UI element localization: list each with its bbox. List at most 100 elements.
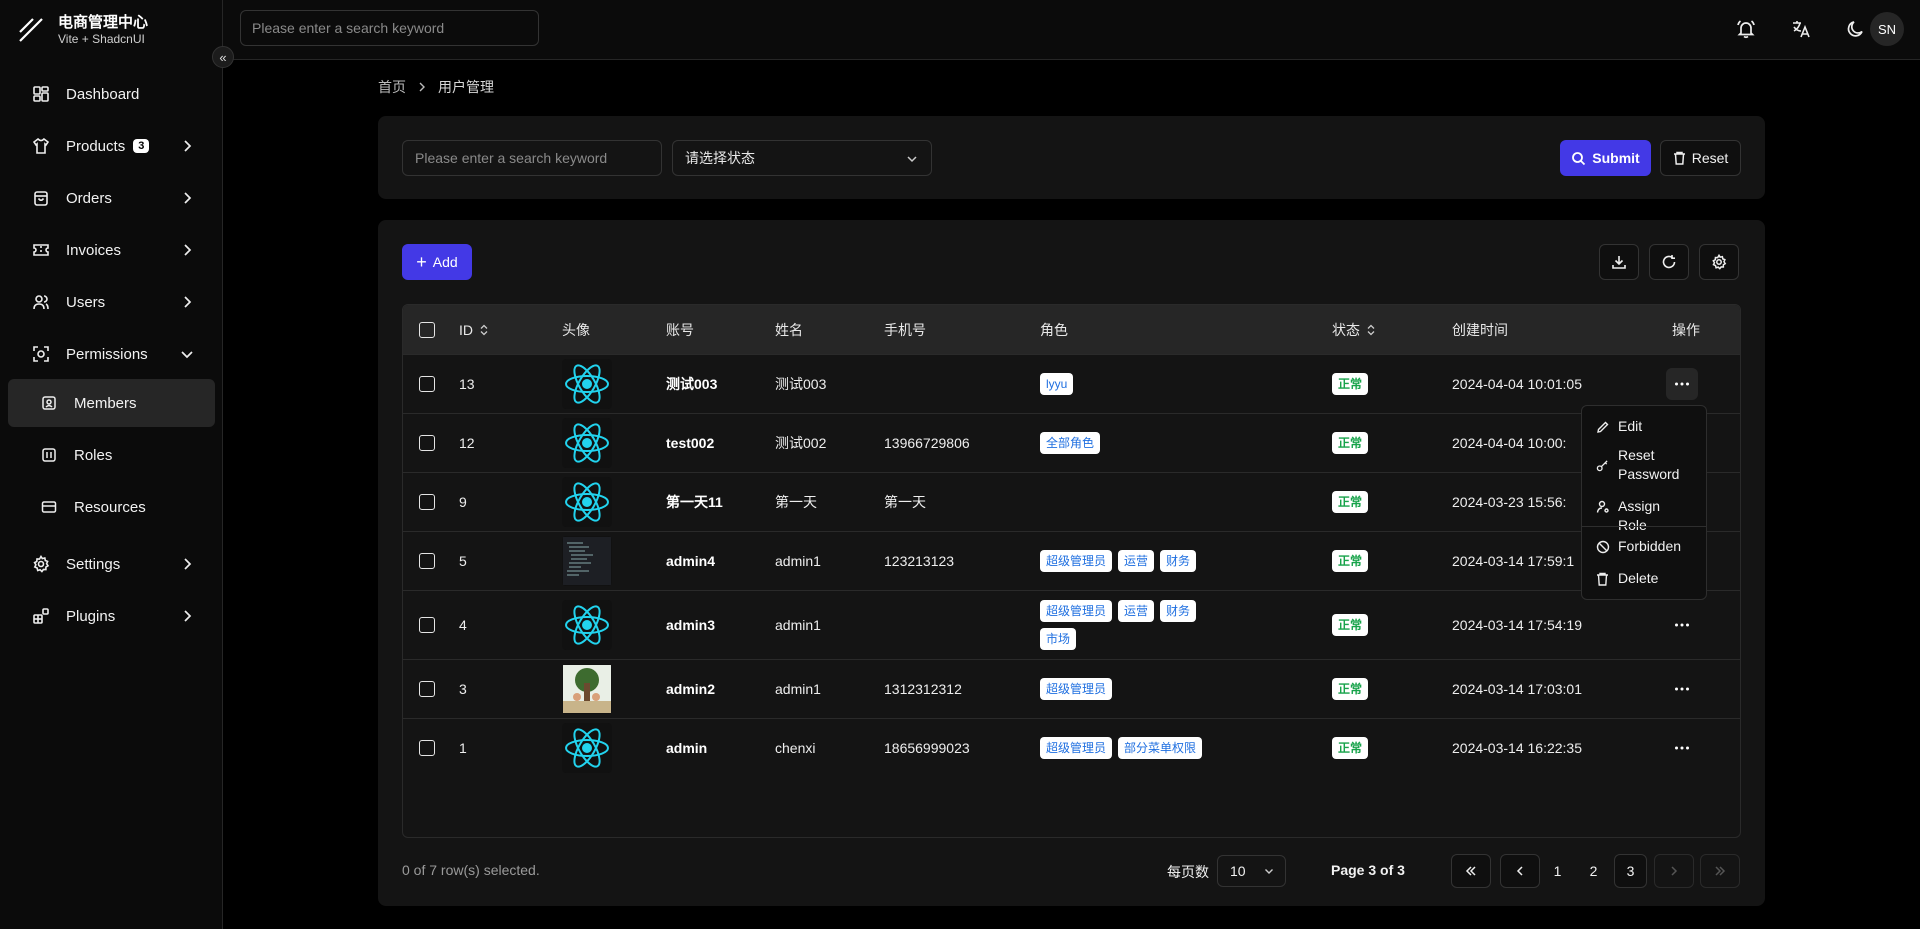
cell-roles xyxy=(1040,473,1230,531)
avatar-cell xyxy=(562,414,612,472)
cell-name: admin1 xyxy=(775,681,821,697)
sidebar-item-members[interactable]: Members xyxy=(8,379,215,427)
col-status[interactable]: 状态 xyxy=(1332,305,1376,354)
status-badge: 正常 xyxy=(1332,614,1369,636)
user-avatar[interactable]: SN xyxy=(1870,12,1904,46)
keyword-search-input[interactable] xyxy=(402,140,662,176)
cell-created: 2024-04-04 10:01:05 xyxy=(1452,376,1582,392)
column-settings-button[interactable] xyxy=(1699,244,1739,280)
row-more-button[interactable] xyxy=(1666,609,1698,641)
app-title: 电商管理中心 xyxy=(58,13,149,31)
menu-edit[interactable]: Edit xyxy=(1588,417,1700,436)
col-phone: 手机号 xyxy=(884,321,926,338)
sidebar-item-dashboard[interactable]: Dashboard xyxy=(8,70,215,118)
dark-mode-moon-icon[interactable] xyxy=(1839,12,1873,46)
app-subtitle: Vite + ShadcnUI xyxy=(58,31,145,46)
role-tag: 部分菜单权限 xyxy=(1118,737,1203,759)
page-3-button[interactable]: 3 xyxy=(1614,854,1647,888)
row-checkbox[interactable] xyxy=(419,681,435,697)
menu-reset-password[interactable]: Reset Password xyxy=(1588,446,1700,484)
sidebar-item-orders[interactable]: Orders xyxy=(8,174,215,222)
first-page-button[interactable] xyxy=(1451,854,1491,888)
user-cog-icon xyxy=(1596,497,1610,516)
table-row[interactable]: 5 admin4 admin1 123213123 超级管理员 运营 财务 正常 2024-03… xyxy=(403,531,1740,590)
row-checkbox[interactable] xyxy=(419,435,435,451)
sidebar-item-resources[interactable]: Resources xyxy=(8,483,215,531)
sidebar-item-plugins[interactable]: Plugins xyxy=(8,592,215,640)
row-more-button[interactable] xyxy=(1666,368,1698,400)
page-1-button[interactable]: 1 xyxy=(1541,854,1574,888)
row-checkbox[interactable] xyxy=(419,494,435,510)
download-icon xyxy=(1612,256,1626,269)
table-row[interactable]: 4 admin3 admin1 超级管理员 运营 财务 市场 正常 2024-03-14 17:… xyxy=(403,590,1740,659)
download-button[interactable] xyxy=(1599,244,1639,280)
menu-delete-label: Delete xyxy=(1618,570,1659,586)
sidebar-item-users[interactable]: Users xyxy=(8,278,215,326)
cell-id: 1 xyxy=(459,740,467,756)
notification-bell-icon[interactable] xyxy=(1729,12,1763,46)
chevron-right-icon xyxy=(419,82,425,92)
page-2-button[interactable]: 2 xyxy=(1577,854,1610,888)
cell-actions xyxy=(1666,719,1698,777)
role-tag: 超级管理员 xyxy=(1040,550,1113,572)
logo-icon xyxy=(19,18,43,42)
table-row[interactable]: 13 测试003 测试003 lyyu 正常 2024-04-04 10:01:05 xyxy=(403,354,1740,413)
sort-icon xyxy=(1367,324,1375,335)
table-row[interactable]: 12 test002 测试002 13966729806 全部角色 正常 2024-04-0… xyxy=(403,413,1740,472)
row-checkbox[interactable] xyxy=(419,740,435,756)
avatar xyxy=(562,600,612,650)
sidebar-item-invoices[interactable]: Invoices xyxy=(8,226,215,274)
chevron-down-icon xyxy=(1265,869,1273,874)
row-more-button[interactable] xyxy=(1666,732,1698,764)
top-header: SN xyxy=(223,0,1920,60)
collapse-sidebar-button[interactable]: « xyxy=(212,46,234,68)
breadcrumb-home[interactable]: 首页 xyxy=(378,77,406,97)
menu-assign-role[interactable]: Assign Role xyxy=(1588,497,1700,535)
status-select[interactable]: 请选择状态 xyxy=(672,140,932,176)
row-more-button[interactable] xyxy=(1666,673,1698,705)
table-panel: + Add ID 头像 账号 姓名 手机号 角色 状态 创建时间 操作 13 测试… xyxy=(378,220,1765,906)
last-page-button[interactable] xyxy=(1700,854,1740,888)
per-page-select[interactable]: 10 xyxy=(1217,855,1286,887)
sidebar-item-products[interactable]: Products 3 xyxy=(8,122,215,170)
header-search-input[interactable] xyxy=(240,10,539,46)
reset-button[interactable]: Reset xyxy=(1660,140,1741,176)
sidebar-item-permissions[interactable]: Permissions xyxy=(8,330,215,378)
translate-icon[interactable] xyxy=(1784,12,1818,46)
cell-created: 2024-03-14 16:22:35 xyxy=(1452,740,1582,756)
add-button[interactable]: + Add xyxy=(402,244,472,280)
select-all-checkbox[interactable] xyxy=(419,321,435,338)
role-tags: lyyu xyxy=(1040,373,1230,395)
menu-forbidden[interactable]: Forbidden xyxy=(1588,537,1700,556)
filter-panel: 请选择状态 Submit Reset xyxy=(378,116,1765,199)
chevron-right-icon xyxy=(184,244,192,256)
menu-delete[interactable]: Delete xyxy=(1588,569,1700,588)
submit-label: Submit xyxy=(1592,150,1640,166)
trash-icon xyxy=(1596,569,1610,588)
sidebar-item-label: Dashboard xyxy=(66,85,140,103)
key-icon xyxy=(1596,446,1610,484)
cell-id: 3 xyxy=(459,681,467,697)
cell-account: admin4 xyxy=(666,553,716,569)
avatar xyxy=(562,477,612,527)
gear-icon xyxy=(32,555,50,573)
table-row[interactable]: 1 admin chenxi 18656999023 超级管理员 部分菜单权限 正常 2024… xyxy=(403,718,1740,777)
submit-button[interactable]: Submit xyxy=(1560,140,1651,176)
row-checkbox[interactable] xyxy=(419,553,435,569)
row-checkbox[interactable] xyxy=(419,617,435,633)
sidebar-item-roles[interactable]: Roles xyxy=(8,431,215,479)
menu-forbidden-label: Forbidden xyxy=(1618,538,1682,554)
refresh-button[interactable] xyxy=(1649,244,1689,280)
cell-account: test002 xyxy=(666,435,715,451)
cell-status: 正常 xyxy=(1332,473,1369,531)
next-page-button[interactable] xyxy=(1654,854,1694,888)
col-id[interactable]: ID xyxy=(459,305,489,354)
pencil-icon xyxy=(1596,417,1610,436)
table-row[interactable]: 9 第一天11 第一天 第一天 正常 2024-03-23 15:56: xyxy=(403,472,1740,531)
table-row[interactable]: 3 admin2 admin1 1312312312 超级管理员 正常 2024-03-14… xyxy=(403,659,1740,718)
brand[interactable]: 电商管理中心 Vite + ShadcnUI xyxy=(16,10,148,50)
row-checkbox[interactable] xyxy=(419,376,435,392)
cell-phone: 123213123 xyxy=(884,553,955,569)
sidebar-item-settings[interactable]: Settings xyxy=(8,540,215,588)
prev-page-button[interactable] xyxy=(1500,854,1540,888)
